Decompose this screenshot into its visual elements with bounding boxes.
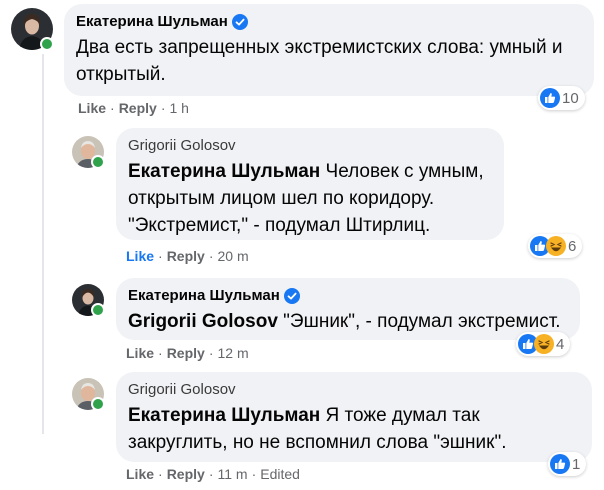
reply-button[interactable]: Reply (167, 345, 205, 361)
avatar[interactable] (72, 284, 105, 317)
like-button[interactable]: Like (78, 100, 106, 116)
author-name[interactable]: Екатерина Шульман (128, 286, 280, 306)
thread-line (42, 54, 44, 434)
reaction-count: 4 (556, 335, 565, 353)
comment-author: Екатерина Шульман (76, 12, 582, 32)
comment-actions: Like · Reply · 11 m · Edited (126, 466, 300, 482)
reaction-count: 6 (568, 237, 577, 255)
reply-button[interactable]: Reply (167, 466, 205, 482)
comment-actions: Like · Reply · 20 m (126, 248, 249, 264)
reactions-summary[interactable]: 1 (548, 452, 587, 476)
comment-text: Екатерина Шульман Я тоже думал так закру… (128, 402, 548, 456)
comment-text: Grigorii Golosov "Эшник", - подумал экст… (128, 308, 568, 335)
like-button[interactable]: Like (126, 466, 154, 482)
author-name[interactable]: Екатерина Шульман (76, 12, 228, 32)
online-status-icon (91, 303, 105, 317)
reply-button[interactable]: Reply (119, 100, 157, 116)
like-button[interactable]: Like (126, 248, 154, 264)
separator-dot: · (158, 345, 163, 361)
online-status-icon (91, 155, 105, 169)
reactions-summary[interactable]: 6 (528, 234, 583, 258)
reaction-count: 10 (562, 89, 579, 107)
author-name[interactable]: Grigorii Golosov (128, 380, 236, 400)
reactions-summary[interactable]: 4 (516, 332, 571, 356)
comment-text: Екатерина Шульман Человек с умным, откры… (128, 158, 492, 239)
reactions-summary[interactable]: 10 (538, 86, 585, 110)
comment-bubble: Grigorii Golosov Екатерина Шульман Я тож… (116, 372, 592, 462)
comment-author: Grigorii Golosov (128, 136, 492, 156)
avatar[interactable] (72, 378, 105, 411)
mention-link[interactable]: Екатерина Шульман (128, 161, 320, 182)
mention-link[interactable]: Grigorii Golosov (128, 311, 278, 332)
comment-text: Два есть запрещенных экстремистских слов… (76, 37, 563, 85)
like-icon (540, 88, 560, 108)
comment-author: Grigorii Golosov (128, 380, 580, 400)
separator-dot: · (158, 466, 163, 482)
author-name[interactable]: Grigorii Golosov (128, 136, 236, 156)
reaction-count: 1 (572, 455, 581, 473)
avatar[interactable] (72, 136, 105, 169)
timestamp[interactable]: 11 m (217, 466, 247, 482)
haha-icon (546, 236, 566, 256)
timestamp[interactable]: 12 m (217, 345, 248, 361)
comment-bubble: Grigorii Golosov Екатерина Шульман Челов… (116, 128, 504, 240)
separator-dot: · (110, 100, 115, 116)
comment-body: "Эшник", - подумал экстремист. (277, 311, 561, 332)
like-icon (550, 454, 570, 474)
online-status-icon (40, 37, 54, 51)
separator-dot: · (208, 248, 214, 264)
comment-actions: Like · Reply · 1 h (78, 100, 189, 116)
avatar[interactable] (11, 8, 54, 51)
separator-dot: · (251, 466, 257, 482)
edited-label[interactable]: Edited (260, 466, 300, 482)
separator-dot: · (208, 345, 214, 361)
haha-icon (534, 334, 554, 354)
mention-link[interactable]: Екатерина Шульман (128, 405, 320, 426)
comment-author: Екатерина Шульман (128, 286, 568, 306)
comment-bubble: Екатерина Шульман Grigorii Golosov "Эшни… (116, 278, 580, 340)
separator-dot: · (160, 100, 166, 116)
separator-dot: · (158, 248, 163, 264)
timestamp[interactable]: 20 m (217, 248, 248, 264)
comment-bubble: Екатерина Шульман Два есть запрещенных э… (64, 4, 594, 96)
like-button[interactable]: Like (126, 345, 154, 361)
separator-dot: · (208, 466, 214, 482)
verified-badge-icon (231, 14, 248, 30)
timestamp[interactable]: 1 h (169, 100, 188, 116)
online-status-icon (91, 397, 105, 411)
comment-actions: Like · Reply · 12 m (126, 345, 249, 361)
verified-badge-icon (283, 288, 300, 304)
reply-button[interactable]: Reply (167, 248, 205, 264)
